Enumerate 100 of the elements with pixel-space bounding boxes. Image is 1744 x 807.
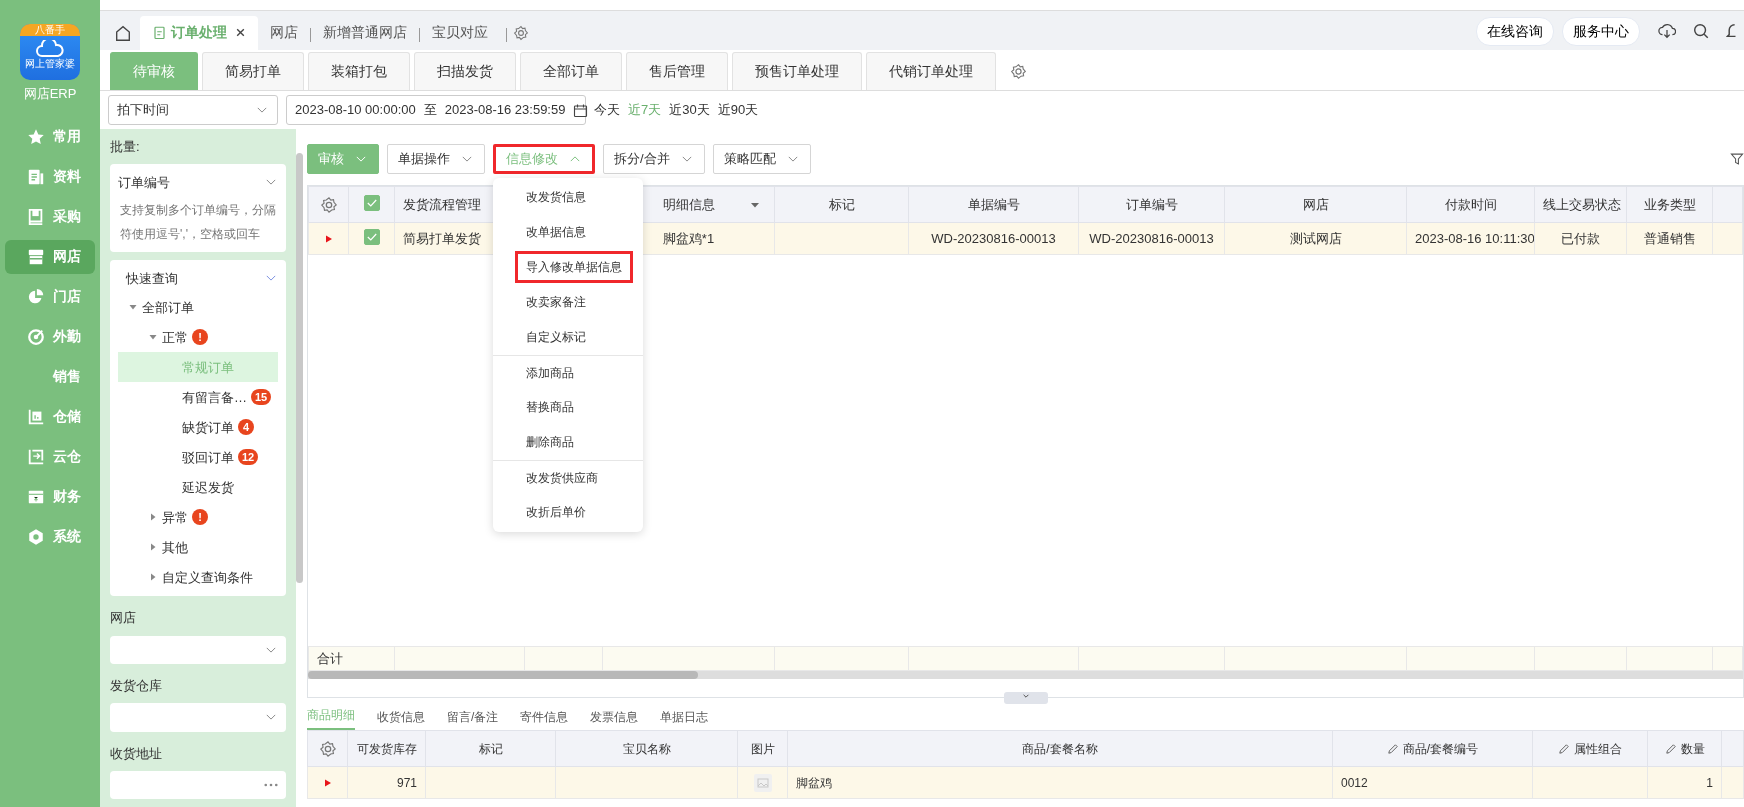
column-header[interactable]: 属性组合 [1532, 730, 1648, 767]
table-cell: WD-20230816-00013 [1089, 230, 1214, 246]
settings-icon [513, 24, 529, 41]
tree-item[interactable]: 全部订单 [118, 292, 278, 323]
column-header[interactable]: 数量 [1647, 730, 1722, 767]
count-badge: 12 [238, 449, 259, 466]
more-icon [264, 783, 278, 787]
cloud-icon [35, 40, 65, 58]
tree-item[interactable]: 缺货订单 4 [118, 412, 278, 443]
scrollbar-thumb[interactable] [308, 671, 698, 679]
horizontal-scrollbar[interactable] [308, 671, 1743, 679]
tree-item[interactable]: 正常 ! [118, 322, 278, 353]
column-header[interactable]: 业务类型 [1626, 186, 1713, 223]
address-field[interactable] [110, 771, 286, 799]
row-checkbox[interactable] [363, 228, 380, 245]
column-header[interactable]: 网店 [1224, 186, 1407, 223]
top-tab[interactable]: 宝贝对应 [420, 15, 500, 50]
hexagon-icon [27, 527, 45, 546]
toolbar-dropdown-button[interactable]: 单据操作 [387, 143, 485, 174]
filter-label: 发货仓库 [110, 677, 163, 695]
menu-item[interactable]: 删除商品 [515, 426, 585, 459]
filter-label: 网店 [110, 609, 137, 628]
menu-item[interactable]: 改折后单价 [515, 496, 597, 529]
detail-tab[interactable]: 留言/备注 [447, 704, 499, 730]
column-header[interactable]: 付款时间 [1406, 186, 1535, 223]
column-header[interactable]: 宝贝名称 [555, 730, 738, 767]
column-header[interactable]: 单据编号 [908, 186, 1079, 223]
menu-item[interactable]: 自定义标记 [515, 321, 597, 354]
store-icon [27, 247, 45, 266]
tree-item[interactable]: 延迟发货 [118, 472, 278, 503]
toolbar-dropdown-button[interactable]: 策略匹配 [712, 143, 811, 174]
settings-icon [319, 196, 338, 215]
image-placeholder-icon [752, 772, 773, 793]
sub-tab[interactable]: 全部订单 [520, 52, 622, 91]
home-icon[interactable] [114, 23, 132, 42]
header-button[interactable]: 在线咨询 [1476, 16, 1554, 46]
count-badge: 15 [251, 389, 272, 406]
tree-item[interactable]: 驳回订单 12 [118, 442, 278, 473]
column-header[interactable]: 标记 [425, 730, 556, 767]
select-all-checkbox[interactable] [363, 194, 380, 211]
pie-chart-icon [27, 287, 45, 306]
header-button[interactable]: 服务中心 [1562, 16, 1640, 46]
sub-tab[interactable]: 简易打单 [202, 52, 304, 91]
filter-select[interactable] [110, 703, 286, 732]
table-cell: 普通销售 [1643, 230, 1696, 246]
detail-tab[interactable]: 单据日志 [660, 704, 709, 730]
count-badge: ! [192, 329, 208, 346]
toolbar-dropdown-button[interactable]: 拆分/合并 [603, 143, 705, 174]
detail-tab[interactable]: 寄件信息 [520, 704, 569, 730]
current-row-icon [323, 234, 334, 245]
detail-tab[interactable]: 发票信息 [590, 704, 639, 730]
tree-item[interactable]: 其他 [118, 532, 278, 563]
pencil-icon [1386, 743, 1399, 756]
table-cell: 已付款 [1561, 230, 1600, 246]
tree-item[interactable]: 有留言备… 15 [118, 382, 278, 413]
detail-tab[interactable]: 收货信息 [377, 704, 425, 730]
date-range-link[interactable]: 今天 [594, 100, 620, 120]
bar-chart-icon [27, 407, 45, 426]
caret-right-icon [148, 512, 158, 523]
menu-item[interactable]: 替换商品 [515, 391, 585, 424]
column-header[interactable]: 商品/套餐编号 [1332, 730, 1533, 767]
date-range-link[interactable]: 近30天 [669, 100, 710, 120]
sub-tab[interactable]: 售后管理 [626, 52, 728, 91]
filter-label: 收货地址 [110, 744, 163, 763]
batch-field-select[interactable]: 订单编号 [118, 168, 278, 197]
app-title: 网店ERP [23, 85, 77, 103]
sub-tab[interactable]: 预售订单处理 [732, 52, 862, 91]
tree-item[interactable]: 异常 ! [118, 502, 278, 533]
column-header[interactable]: 可发货库存 [347, 730, 426, 767]
column-header[interactable]: 标记 [774, 186, 909, 223]
table-cell: 简易打单发货 [403, 230, 481, 246]
date-range-link[interactable]: 近90天 [717, 100, 759, 120]
menu-item[interactable]: 改卖家备注 [515, 286, 597, 319]
close-icon [235, 27, 246, 39]
top-tab[interactable]: 新增普通网店 [311, 15, 419, 50]
cloud-download-icon [1658, 22, 1676, 41]
count-badge: ! [192, 509, 208, 526]
document-icon [27, 167, 45, 186]
vertical-scrollbar[interactable] [296, 153, 303, 583]
logo-badge: 八番手 [20, 24, 80, 36]
column-header[interactable]: 图片 [737, 730, 788, 767]
sub-tab[interactable]: 装箱打包 [308, 52, 410, 91]
sub-tab[interactable]: 代销订单处理 [866, 52, 996, 91]
menu-item[interactable]: 导入修改单据信息 [515, 251, 633, 284]
date-range-field[interactable]: 2023-08-10 00:00:00 至 2023-08-16 23:59:59 [286, 95, 586, 126]
column-header[interactable]: 线上交易状态 [1534, 186, 1627, 223]
column-header[interactable]: 商品/套餐名称 [787, 730, 1333, 767]
tree-item[interactable]: 自定义查询条件 [118, 562, 278, 593]
column-header[interactable]: 订单编号 [1078, 186, 1225, 223]
sub-tab[interactable]: 扫描发货 [414, 52, 516, 91]
table-cell: 脚盆鸡*1 [662, 230, 715, 246]
panel-toggle[interactable] [1003, 692, 1048, 704]
filter-select[interactable] [110, 635, 286, 664]
clipboard-icon [152, 25, 167, 41]
batch-input-field[interactable]: 支持复制多个订单编号，分隔符使用逗号','，空格或回车 [118, 196, 278, 249]
menu-item[interactable]: 添加商品 [515, 356, 585, 389]
star-icon [27, 127, 45, 146]
time-field-select[interactable]: 拍下时间 [108, 95, 278, 126]
top-tab[interactable]: 网店 [258, 15, 310, 50]
menu-item[interactable]: 改发货供应商 [515, 461, 609, 494]
